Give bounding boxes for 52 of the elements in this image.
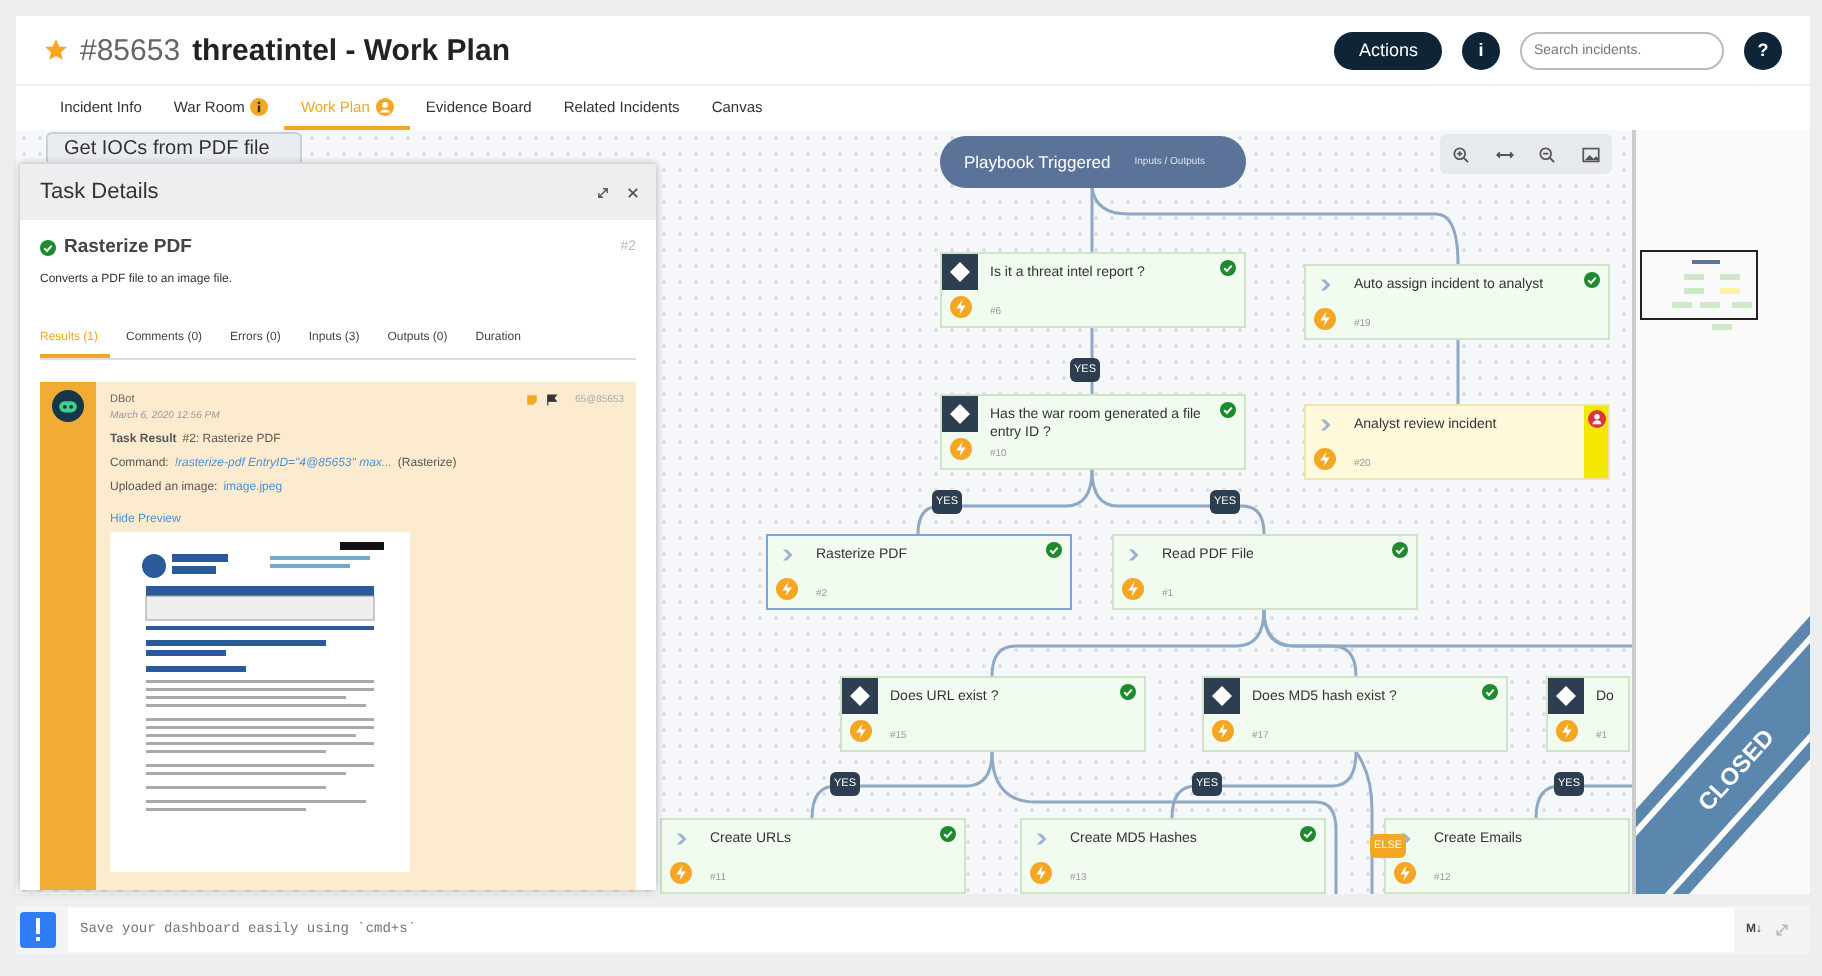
- expand-icon[interactable]: [596, 185, 610, 199]
- lightning-icon: [950, 296, 972, 318]
- check-icon: [1482, 684, 1498, 700]
- alert-icon[interactable]: [20, 912, 56, 948]
- lightning-icon: [1212, 720, 1234, 742]
- lightning-icon: [850, 720, 872, 742]
- lightning-icon: [1030, 862, 1052, 884]
- lightning-icon: [1314, 448, 1336, 470]
- chevron-icon: [1318, 278, 1332, 292]
- lightning-icon: [1556, 720, 1578, 742]
- check-icon: [1220, 402, 1236, 418]
- info-button[interactable]: i: [1462, 31, 1500, 69]
- chevron-icon: [1318, 418, 1332, 432]
- actions-button[interactable]: Actions: [1334, 31, 1442, 69]
- lightning-icon: [670, 862, 692, 884]
- incident-title: threatintel - Work Plan: [192, 33, 510, 67]
- chevron-icon: [1034, 832, 1048, 846]
- connector-line: [1534, 784, 1632, 819]
- panel-title: Task Details: [40, 180, 159, 204]
- check-icon: [940, 826, 956, 842]
- image-icon[interactable]: [1581, 145, 1600, 163]
- chevron-icon: [1126, 548, 1140, 562]
- check-icon: [1046, 542, 1062, 558]
- incident-number: #85653: [80, 33, 181, 67]
- check-icon: [1220, 260, 1236, 276]
- task-name: Rasterize PDF: [64, 236, 192, 258]
- lightning-icon: [950, 438, 972, 460]
- bot-avatar-icon: [52, 390, 84, 422]
- node-title: Playbook Triggered: [964, 152, 1111, 172]
- flag-icon[interactable]: [546, 394, 559, 406]
- lightning-icon: [1314, 308, 1336, 330]
- zoom-in-icon[interactable]: [1452, 145, 1471, 163]
- check-icon: [1584, 272, 1600, 288]
- star-icon[interactable]: [44, 38, 68, 62]
- lightning-icon: [1394, 862, 1416, 884]
- chevron-icon: [674, 832, 688, 846]
- connector-line: [1456, 340, 1460, 404]
- node-title: Get IOCs from PDF file: [64, 136, 272, 162]
- lightning-icon: [1122, 578, 1144, 600]
- check-icon: [1392, 542, 1408, 558]
- connector-line: [1090, 328, 1094, 394]
- close-icon[interactable]: [626, 185, 640, 199]
- user-badge-icon: [375, 97, 394, 115]
- user-alert-icon: [1587, 410, 1605, 428]
- lightning-icon: [776, 578, 798, 600]
- zoom-out-icon[interactable]: [1538, 145, 1557, 163]
- check-icon: [1300, 826, 1316, 842]
- help-button[interactable]: ?: [1744, 31, 1782, 69]
- check-icon: [1120, 684, 1136, 700]
- chevron-icon: [780, 548, 794, 562]
- task-node[interactable]: Get IOCs from PDF file: [46, 132, 302, 162]
- info-badge-icon: [250, 97, 269, 115]
